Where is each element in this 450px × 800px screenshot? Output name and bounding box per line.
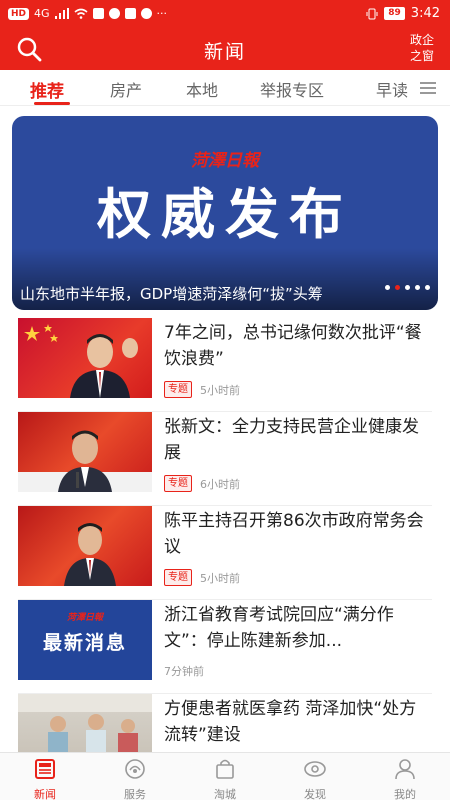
page-title: 新闻 bbox=[203, 41, 246, 63]
nav-shop-label: 淘城 bbox=[214, 788, 236, 800]
carousel-dots bbox=[385, 285, 430, 290]
portrait-photo bbox=[18, 430, 152, 492]
news-item[interactable]: 菏澤日報 最新消息 浙江省教育考试院回应“满分作文”：停止陈建新参加... 7分… bbox=[18, 600, 432, 694]
carousel-dot[interactable] bbox=[415, 285, 420, 290]
news-item[interactable]: 方便患者就医拿药 菏泽加快“处方流转”建设 bbox=[18, 694, 432, 752]
carousel-dot[interactable] bbox=[425, 285, 430, 290]
bottom-navigation: 新闻 服务 淘城 发现 我的 bbox=[0, 752, 450, 800]
nav-discover-label: 发现 bbox=[304, 788, 326, 800]
nav-profile[interactable]: 我的 bbox=[375, 757, 435, 800]
banner-caption: 山东地市半年报，GDP增速菏泽缘何“拔”头筹 bbox=[20, 285, 323, 303]
signal-icon bbox=[54, 8, 69, 19]
tab-morning-read[interactable]: 早读 bbox=[376, 77, 408, 101]
status-bar: HD 4G ··· 89 3:42 bbox=[0, 0, 450, 28]
news-thumbnail bbox=[18, 412, 152, 492]
tab-real-estate[interactable]: 房产 bbox=[110, 77, 142, 101]
gov-window-link[interactable]: 政企之窗 bbox=[406, 32, 438, 64]
nav-service-label: 服务 bbox=[124, 788, 146, 800]
news-thumbnail bbox=[18, 694, 152, 752]
news-time: 5小时前 bbox=[200, 383, 240, 397]
category-tabs: 推荐 房产 本地 举报专区 早读 bbox=[0, 70, 450, 106]
active-tab-indicator bbox=[34, 102, 70, 105]
tab-report-zone[interactable]: 举报专区 bbox=[260, 77, 324, 101]
app-header: 新闻 政企之窗 bbox=[0, 28, 450, 70]
vibrate-icon bbox=[366, 8, 378, 19]
clock: 3:42 bbox=[410, 6, 440, 21]
discover-icon bbox=[304, 761, 326, 777]
nav-discover[interactable]: 发现 bbox=[285, 757, 345, 800]
nav-profile-label: 我的 bbox=[394, 788, 416, 800]
carousel-dot[interactable] bbox=[405, 285, 410, 290]
news-title: 方便患者就医拿药 菏泽加快“处方流转”建设 bbox=[164, 699, 417, 745]
news-item[interactable]: 7年之间，总书记缘何数次批评“餐饮浪费” 专题 5小时前 bbox=[18, 318, 432, 412]
more-notifications-icon: ··· bbox=[156, 7, 168, 20]
topic-tag: 专题 bbox=[164, 381, 192, 398]
hospital-photo bbox=[18, 694, 152, 752]
banner-masthead: 菏澤日報 bbox=[191, 151, 259, 171]
nav-shop[interactable]: 淘城 bbox=[195, 757, 255, 800]
news-title: 浙江省教育考试院回应“满分作文”：停止陈建新参加... bbox=[164, 605, 394, 651]
battery-indicator: 89 bbox=[384, 7, 405, 20]
wifi-icon bbox=[74, 8, 88, 19]
thumb-masthead: 菏澤日報 bbox=[66, 613, 103, 623]
news-item[interactable]: 张新文：全力支持民营企业健康发展 专题 6小时前 bbox=[18, 412, 432, 506]
tab-local[interactable]: 本地 bbox=[186, 77, 218, 101]
nav-news[interactable]: 新闻 bbox=[15, 757, 75, 800]
news-time: 7分钟前 bbox=[164, 665, 204, 678]
news-thumbnail: 菏澤日報 最新消息 bbox=[18, 600, 152, 680]
nav-news-label: 新闻 bbox=[34, 788, 56, 800]
nav-service[interactable]: 服务 bbox=[105, 757, 165, 800]
carousel-dot-active[interactable] bbox=[395, 285, 400, 290]
app-notification-icon bbox=[124, 8, 136, 19]
news-time: 6小时前 bbox=[200, 477, 240, 491]
thumb-text: 最新消息 bbox=[42, 632, 127, 654]
shopping-bag-icon bbox=[216, 759, 234, 779]
tab-recommend[interactable]: 推荐 bbox=[30, 77, 64, 102]
service-icon bbox=[125, 759, 145, 779]
portrait-photo bbox=[24, 324, 138, 398]
carousel-dot[interactable] bbox=[385, 285, 390, 290]
notification-icon bbox=[92, 8, 104, 19]
chat-icon bbox=[140, 8, 152, 19]
news-thumbnail bbox=[18, 506, 152, 586]
topic-tag: 专题 bbox=[164, 475, 192, 492]
news-item[interactable]: 陈平主持召开第86次市政府常务会议 专题 5小时前 bbox=[18, 506, 432, 600]
news-title: 7年之间，总书记缘何数次批评“餐饮浪费” bbox=[164, 323, 422, 369]
news-title: 张新文：全力支持民营企业健康发展 bbox=[164, 417, 419, 463]
news-thumbnail bbox=[18, 318, 152, 398]
signal-indicator: 4G bbox=[34, 7, 50, 20]
message-icon bbox=[108, 8, 120, 19]
network-indicator: HD bbox=[8, 7, 30, 20]
news-time: 5小时前 bbox=[200, 571, 240, 585]
banner-headline: 权威发布 bbox=[97, 182, 353, 246]
hero-banner[interactable]: 菏澤日報 权威发布 山东地市半年报，GDP增速菏泽缘何“拔”头筹 bbox=[12, 116, 438, 310]
news-icon bbox=[35, 759, 55, 779]
menu-icon[interactable] bbox=[420, 82, 436, 94]
topic-tag: 专题 bbox=[164, 569, 192, 586]
portrait-photo bbox=[64, 523, 116, 586]
profile-icon bbox=[395, 759, 415, 780]
news-title: 陈平主持召开第86次市政府常务会议 bbox=[164, 511, 424, 557]
